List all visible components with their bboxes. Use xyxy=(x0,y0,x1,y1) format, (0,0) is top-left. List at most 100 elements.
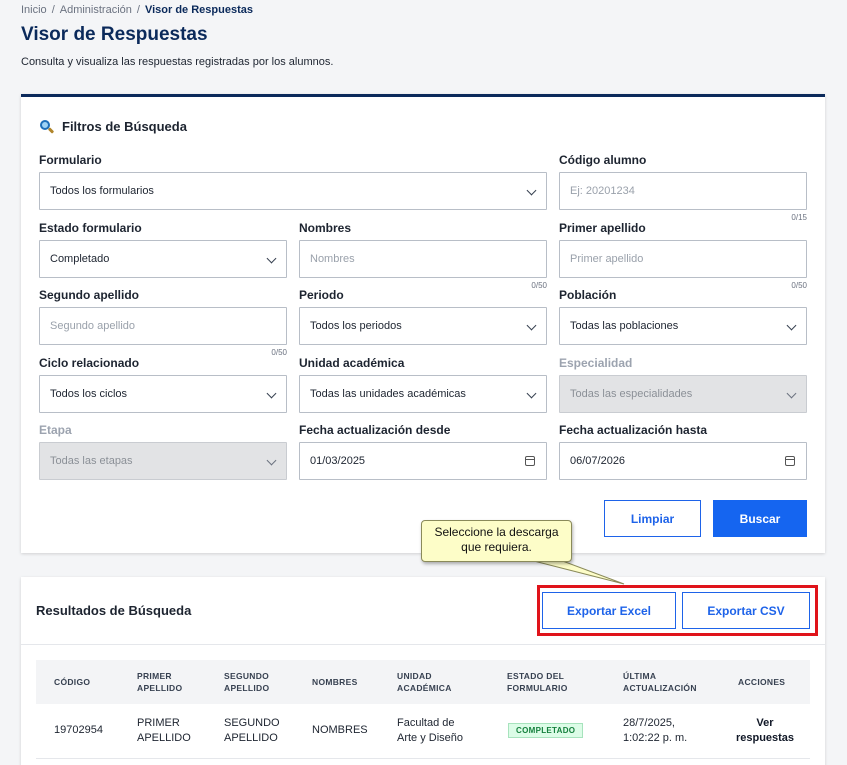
fecha-desde-input[interactable]: 01/03/2025 xyxy=(299,442,547,480)
periodo-value: Todos los periodos xyxy=(310,320,402,332)
breadcrumb-administracion[interactable]: Administración xyxy=(60,4,132,16)
estado-value: Completado xyxy=(50,253,110,265)
chevron-down-icon xyxy=(526,185,537,196)
col-codigo: CÓDIGO xyxy=(54,677,91,687)
codigo-input[interactable]: Ej: 20201234 xyxy=(559,172,807,210)
chevron-down-icon xyxy=(786,388,797,399)
cell-nombres: NOMBRES xyxy=(312,724,368,736)
fecha-hasta-field: Fecha actualización hasta 06/07/2026 xyxy=(559,423,807,480)
cell-unidad: Facultad de Arte y Diseño xyxy=(397,717,464,744)
unidad-value: Todas las unidades académicas xyxy=(310,388,466,400)
breadcrumb-current: Visor de Respuestas xyxy=(144,4,253,16)
formulario-value: Todos los formularios xyxy=(50,185,154,197)
ciclo-label: Ciclo relacionado xyxy=(39,356,140,370)
fecha-hasta-label: Fecha actualización hasta xyxy=(559,423,708,437)
cell-fecha: 28/7/2025, 1:02:22 p. m. xyxy=(623,717,688,744)
cell-codigo: 19702954 xyxy=(54,724,103,736)
fecha-desde-field: Fecha actualización desde 01/03/2025 xyxy=(299,423,547,480)
formulario-field: Formulario Todos los formularios xyxy=(39,153,547,210)
unidad-field: Unidad académica Todas las unidades acad… xyxy=(299,356,547,413)
primer-apellido-placeholder: Primer apellido xyxy=(570,253,644,265)
nombres-field: Nombres Nombres 0/50 xyxy=(299,221,547,290)
chevron-down-icon xyxy=(526,320,537,331)
col-ultima-actualizacion: ÚLTIMA ACTUALIZACIÓN xyxy=(623,671,697,693)
col-unidad: UNIDAD ACADÉMICA xyxy=(397,671,452,693)
ciclo-field: Ciclo relacionado Todos los ciclos xyxy=(39,356,287,413)
etapa-label: Etapa xyxy=(39,423,72,437)
poblacion-value: Todas las poblaciones xyxy=(570,320,679,332)
ciclo-select[interactable]: Todos los ciclos xyxy=(39,375,287,413)
chevron-down-icon xyxy=(266,455,277,466)
tooltip-line-1: Seleccione la descarga xyxy=(434,525,559,539)
col-estado: ESTADO DEL FORMULARIO xyxy=(507,671,568,693)
filters-header: Filtros de Búsqueda xyxy=(40,119,187,134)
especialidad-value: Todas las especialidades xyxy=(570,388,693,400)
tooltip-line-2: que requiera. xyxy=(461,540,532,554)
cell-primer-apellido: PRIMER APELLIDO xyxy=(137,717,191,744)
breadcrumb-separator: / xyxy=(51,4,55,16)
breadcrumb-separator: / xyxy=(136,4,140,16)
calendar-icon[interactable] xyxy=(785,456,795,466)
estado-select[interactable]: Completado xyxy=(39,240,287,278)
cell-segundo-apellido: SEGUNDO APELLIDO xyxy=(224,717,280,744)
etapa-value: Todas las etapas xyxy=(50,455,133,467)
fecha-desde-label: Fecha actualización desde xyxy=(299,423,451,437)
clear-button[interactable]: Limpiar xyxy=(604,500,701,537)
chevron-down-icon xyxy=(266,388,277,399)
col-acciones: ACCIONES xyxy=(738,677,786,687)
formulario-label: Formulario xyxy=(39,153,102,167)
segundo-apellido-label: Segundo apellido xyxy=(39,288,140,302)
status-badge: COMPLETADO xyxy=(508,723,584,738)
especialidad-select: Todas las especialidades xyxy=(559,375,807,413)
nombres-placeholder: Nombres xyxy=(310,253,355,265)
especialidad-label: Especialidad xyxy=(559,356,633,370)
page-description: Consulta y visualiza las respuestas regi… xyxy=(21,56,334,68)
periodo-label: Periodo xyxy=(299,288,344,302)
ver-respuestas-link[interactable]: Ver respuestas xyxy=(731,716,799,746)
col-nombres: NOMBRES xyxy=(312,677,358,687)
calendar-icon[interactable] xyxy=(525,456,535,466)
table-header: CÓDIGO PRIMER APELLIDO SEGUNDO APELLIDO NO… xyxy=(36,660,810,704)
poblacion-field: Población Todas las poblaciones xyxy=(559,288,807,345)
primer-apellido-field: Primer apellido Primer apellido 0/50 xyxy=(559,221,807,290)
col-segundo-apellido: SEGUNDO APELLIDO xyxy=(224,671,270,693)
segundo-apellido-field: Segundo apellido Segundo apellido 0/50 xyxy=(39,288,287,357)
nombres-input[interactable]: Nombres xyxy=(299,240,547,278)
nombres-label: Nombres xyxy=(299,221,352,235)
periodo-select[interactable]: Todos los periodos xyxy=(299,307,547,345)
col-primer-apellido: PRIMER APELLIDO xyxy=(137,671,183,693)
primer-apellido-label: Primer apellido xyxy=(559,221,646,235)
table-row: 19702954 PRIMER APELLIDO SEGUNDO APELLIDO … xyxy=(36,704,810,759)
unidad-select[interactable]: Todas las unidades académicas xyxy=(299,375,547,413)
unidad-label: Unidad académica xyxy=(299,356,405,370)
ciclo-value: Todos los ciclos xyxy=(50,388,128,400)
especialidad-field: Especialidad Todas las especialidades xyxy=(559,356,807,413)
page-title: Visor de Respuestas xyxy=(21,24,208,45)
segundo-apellido-placeholder: Segundo apellido xyxy=(50,320,136,332)
estado-field: Estado formulario Completado xyxy=(39,221,287,278)
breadcrumb: Inicio / Administración / Visor de Respu… xyxy=(21,4,253,16)
breadcrumb-inicio[interactable]: Inicio xyxy=(21,4,47,16)
results-title: Resultados de Búsqueda xyxy=(36,603,192,618)
chevron-down-icon xyxy=(266,253,277,264)
poblacion-select[interactable]: Todas las poblaciones xyxy=(559,307,807,345)
chevron-down-icon xyxy=(526,388,537,399)
filters-card: Filtros de Búsqueda Formulario Todos los… xyxy=(21,94,825,553)
tooltip: Seleccione la descarga que requiera. xyxy=(421,520,572,562)
export-highlight-frame xyxy=(537,585,818,636)
search-button[interactable]: Buscar xyxy=(713,500,807,537)
fecha-desde-value: 01/03/2025 xyxy=(310,455,366,467)
periodo-field: Periodo Todos los periodos xyxy=(299,288,547,345)
codigo-field: Código alumno Ej: 20201234 0/15 xyxy=(559,153,807,222)
estado-label: Estado formulario xyxy=(39,221,142,235)
etapa-field: Etapa Todas las etapas xyxy=(39,423,287,480)
divider xyxy=(21,644,825,645)
poblacion-label: Población xyxy=(559,288,617,302)
codigo-label: Código alumno xyxy=(559,153,647,167)
formulario-select[interactable]: Todos los formularios xyxy=(39,172,547,210)
primer-apellido-input[interactable]: Primer apellido xyxy=(559,240,807,278)
segundo-apellido-input[interactable]: Segundo apellido xyxy=(39,307,287,345)
codigo-placeholder: Ej: 20201234 xyxy=(570,185,635,197)
chevron-down-icon xyxy=(786,320,797,331)
fecha-hasta-input[interactable]: 06/07/2026 xyxy=(559,442,807,480)
